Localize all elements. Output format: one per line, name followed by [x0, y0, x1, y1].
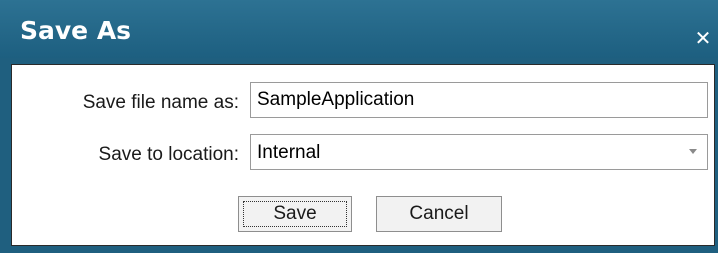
close-icon[interactable]: ✕ — [692, 27, 714, 49]
save-as-dialog: Save As ✕ Save file name as: Save to loc… — [0, 0, 718, 253]
focus-ring — [243, 201, 347, 227]
chevron-down-icon[interactable] — [689, 149, 697, 154]
location-select[interactable]: Internal — [250, 134, 708, 170]
filename-label: Save file name as: — [82, 92, 239, 113]
cancel-button[interactable]: Cancel — [376, 196, 502, 232]
filename-input[interactable] — [250, 82, 708, 118]
dialog-titlebar: Save As ✕ — [0, 0, 718, 58]
dialog-body: Save file name as: Save to location: Int… — [11, 64, 715, 246]
dialog-title: Save As — [20, 16, 132, 45]
location-selected-value: Internal — [257, 142, 321, 163]
save-button[interactable]: Save — [238, 196, 352, 232]
cancel-button-label: Cancel — [409, 203, 469, 224]
location-label: Save to location: — [98, 144, 239, 165]
